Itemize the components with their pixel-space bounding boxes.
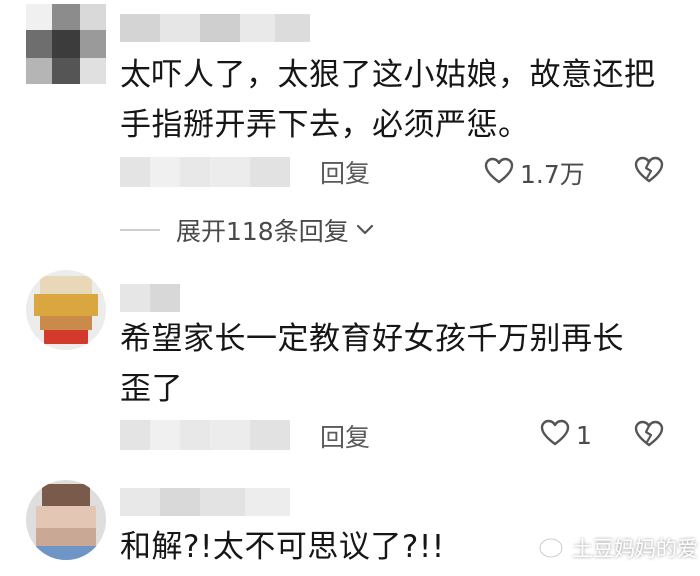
chevron-down-icon [355,223,375,237]
heart-outline-icon [484,157,514,189]
reply-button[interactable]: 回复 [320,154,370,190]
watermark-text: 土豆妈妈的爱 [572,537,698,561]
avatar[interactable] [26,270,106,350]
like-button[interactable]: 1 [540,419,592,451]
avatar[interactable] [26,480,106,560]
comment-line: 手指掰开弄下去，必须严惩。 [120,107,530,143]
expand-replies-button[interactable]: 展开118条回复 [120,212,375,248]
comment-line: 歪了 [120,371,183,407]
comment-line: 希望家长一定教育好女孩千万别再长 [120,321,624,357]
username-blurred[interactable] [120,488,290,516]
like-button[interactable]: 1.7万 [484,155,585,191]
reply-button[interactable]: 回复 [320,418,370,454]
comment-text: 太吓人了，太狠了这小姑娘，故意还把 手指掰开弄下去，必须严惩。 [120,50,680,150]
like-count: 1.7万 [520,160,585,189]
comment-line: 太吓人了，太狠了这小姑娘，故意还把 [120,57,656,93]
username-blurred[interactable] [120,284,180,312]
wechat-channel-icon [538,537,564,559]
expand-replies-label: 展开118条回复 [176,217,349,246]
username-blurred[interactable] [120,14,310,42]
broken-heart-icon[interactable] [634,156,664,188]
comment-text: 希望家长一定教育好女孩千万别再长 歪了 [120,314,680,414]
broken-heart-icon[interactable] [634,420,664,452]
divider-line [120,229,160,231]
watermark: 土豆妈妈的爱 [538,533,698,563]
avatar[interactable] [26,4,106,84]
comment-meta-blurred [120,420,290,450]
heart-outline-icon [540,419,570,451]
comment-meta-blurred [120,157,290,187]
like-count: 1 [576,420,592,450]
